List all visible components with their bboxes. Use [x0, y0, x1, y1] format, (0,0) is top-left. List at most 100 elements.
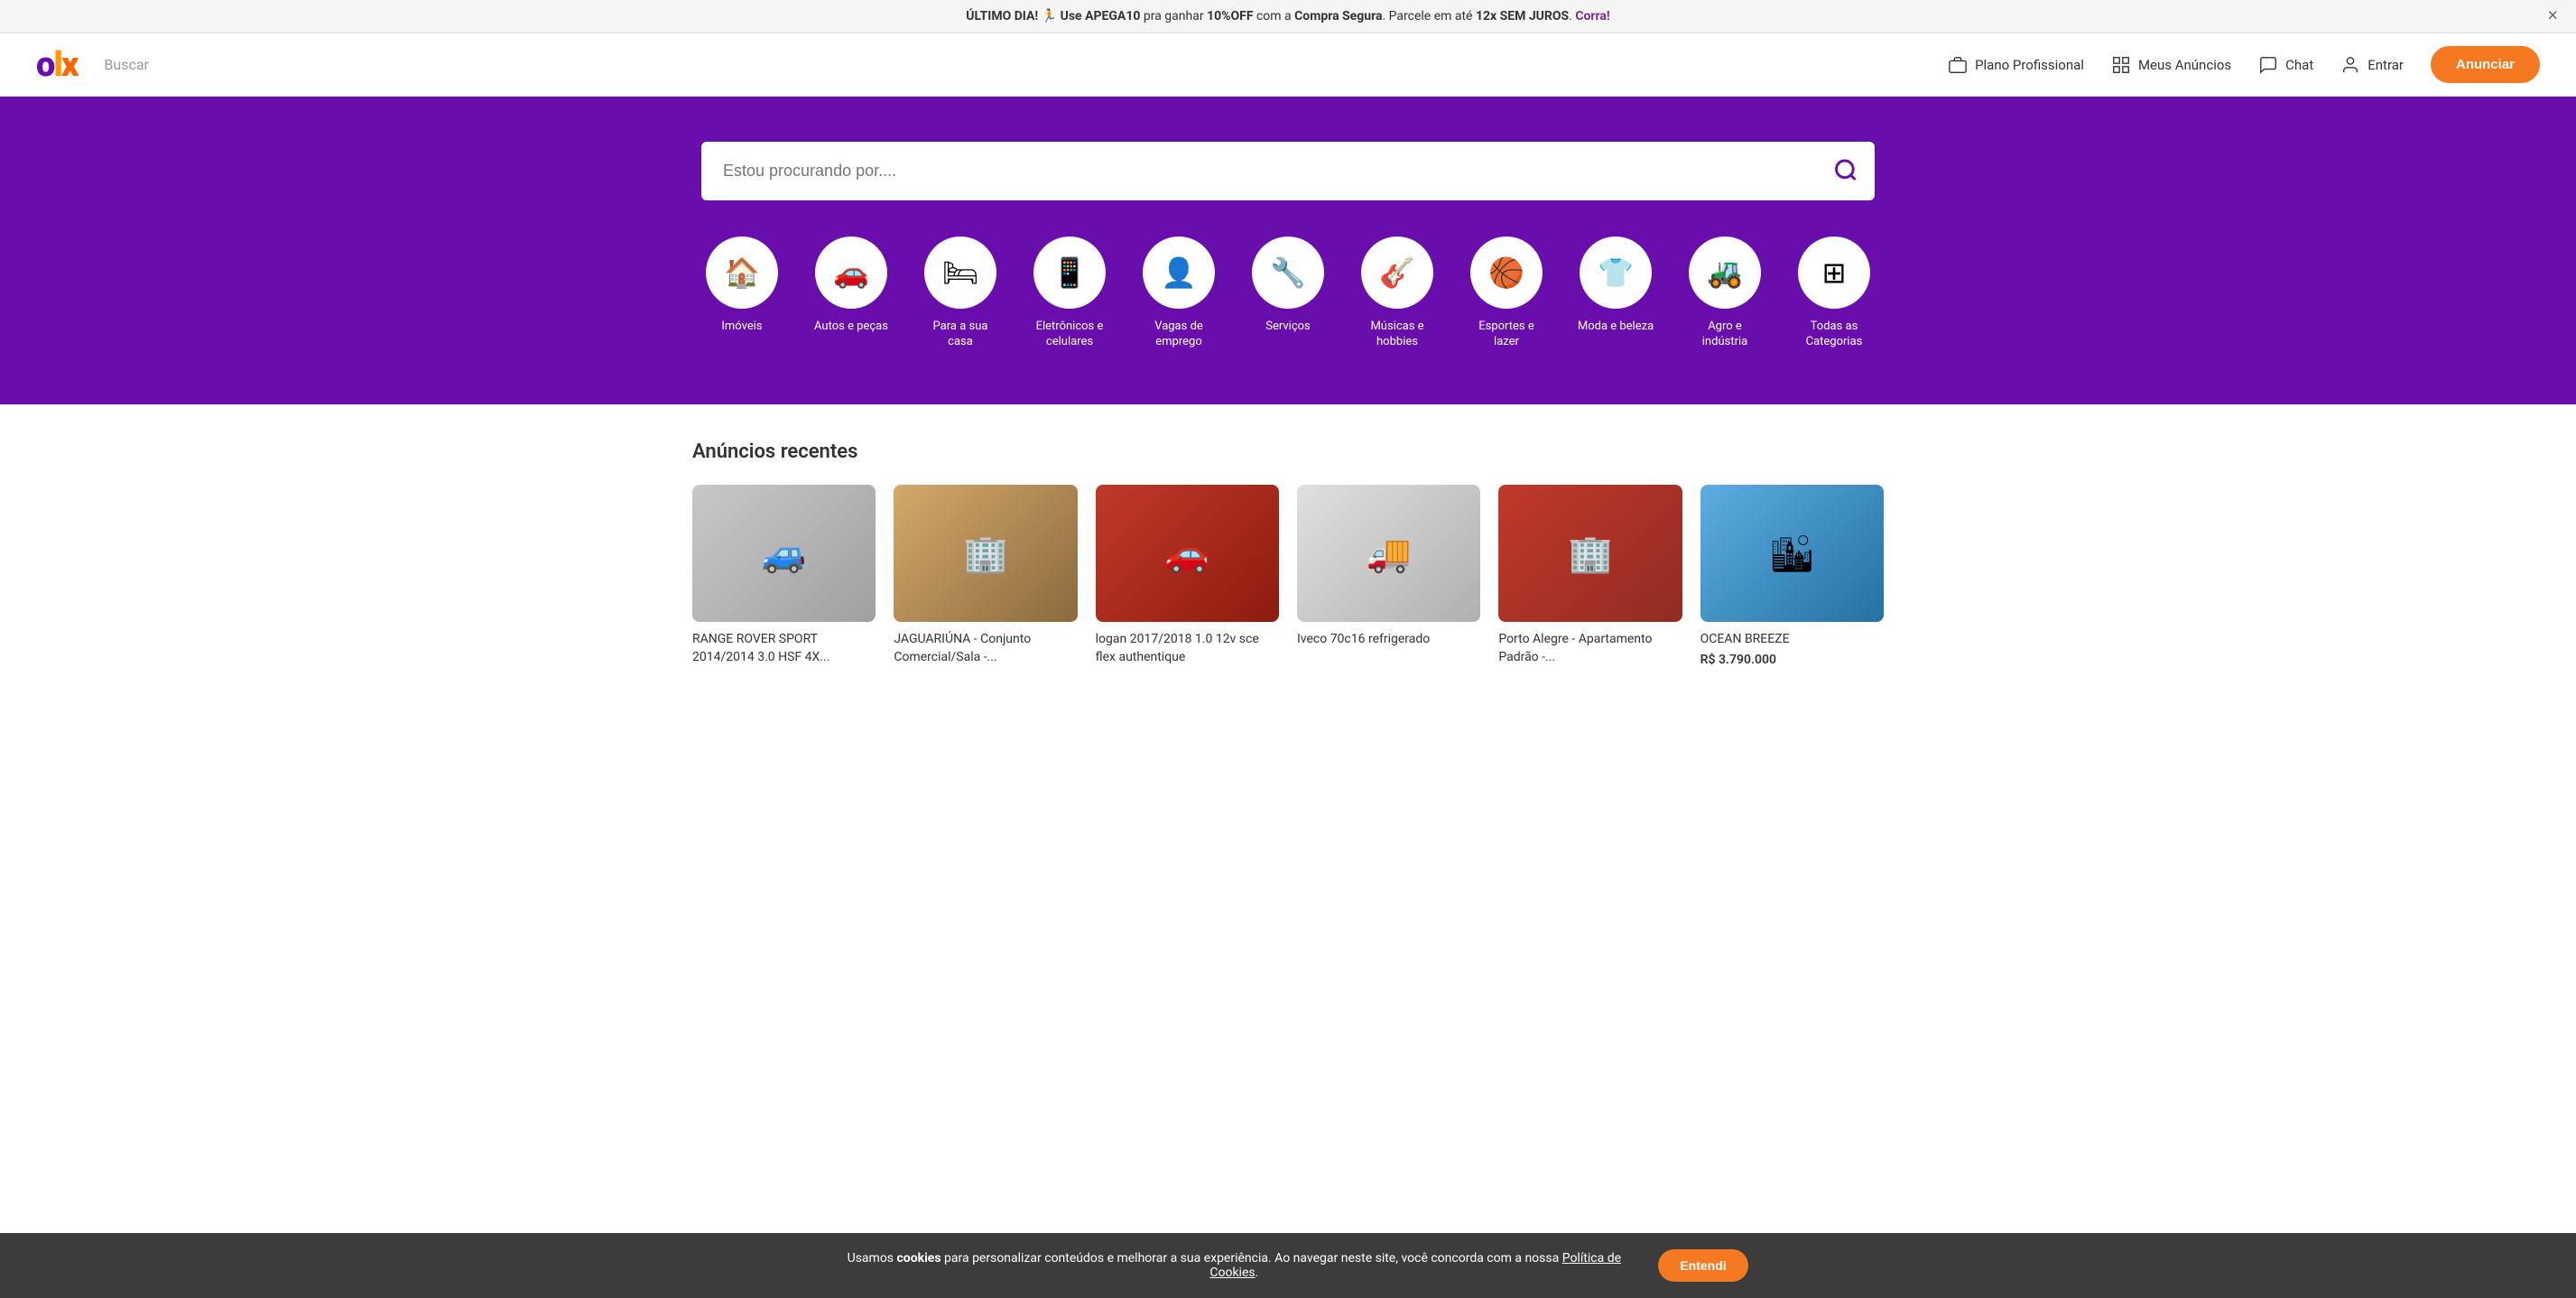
banner-close-button[interactable]: ×	[2547, 6, 2558, 27]
logo-o: o	[36, 45, 53, 85]
cookie-text: Usamos cookies para personalizar conteúd…	[828, 1251, 1640, 1280]
category-label-imoveis: Imóveis	[721, 320, 762, 335]
category-label-esportes: Esportes e lazer	[1466, 320, 1547, 350]
category-eletronicos[interactable]: 📱 Eletrônicos e celulares	[1029, 236, 1110, 350]
search-label: Buscar	[104, 56, 149, 73]
category-circle-servicos: 🔧	[1252, 236, 1324, 309]
listing-title: Iveco 70c16 refrigerado	[1297, 631, 1480, 649]
cookie-bar: Usamos cookies para personalizar conteúd…	[0, 1233, 2576, 1298]
category-autos[interactable]: 🚗 Autos e peças	[811, 236, 892, 335]
category-icon-vagas: 👤	[1161, 255, 1197, 290]
logo[interactable]: olx	[36, 45, 77, 85]
category-icon-servicos: 🔧	[1270, 255, 1306, 290]
listing-img-placeholder: 🚙	[692, 485, 876, 622]
category-imoveis[interactable]: 🏠 Imóveis	[701, 236, 783, 335]
banner-cta-link[interactable]: Corra!	[1575, 9, 1609, 23]
listing-image: 🏢	[894, 485, 1077, 622]
listing-card[interactable]: 🏙 OCEAN BREEZE R$ 3.790.000	[1700, 485, 1884, 667]
recent-title: Anúncios recentes	[692, 440, 1884, 463]
grid-icon	[2111, 55, 2131, 75]
category-icon-autos: 🚗	[833, 255, 869, 290]
category-label-todas: Todas as Categorias	[1793, 320, 1875, 350]
category-icon-casa: 🛏	[942, 255, 979, 290]
category-casa[interactable]: 🛏 Para a sua casa	[920, 236, 1001, 350]
category-icon-imoveis: 🏠	[724, 255, 760, 290]
category-agro[interactable]: 🚜 Agro e indústria	[1684, 236, 1765, 350]
cookie-accept-button[interactable]: Entendi	[1658, 1249, 1747, 1282]
listing-title: JAGUARIÚNA - Conjunto Comercial/Sala -..…	[894, 631, 1077, 666]
nav-anuncios[interactable]: Meus Anúncios	[2111, 55, 2231, 75]
listing-img-placeholder: 🏢	[894, 485, 1077, 622]
category-circle-esportes: 🏀	[1470, 236, 1543, 309]
category-label-agro: Agro e indústria	[1684, 320, 1765, 350]
header-search[interactable]: Buscar	[104, 56, 1948, 73]
category-icon-moda: 👕	[1598, 255, 1634, 290]
header: olx Buscar Plano Profissional Meus Anúnc…	[0, 33, 2576, 97]
logo-l: l	[53, 45, 60, 85]
listing-title: logan 2017/2018 1.0 12v sce flex authent…	[1096, 631, 1279, 666]
category-circle-casa: 🛏	[924, 236, 996, 309]
listing-title: OCEAN BREEZE	[1700, 631, 1884, 649]
listing-title: Porto Alegre - Apartamento Padrão -...	[1498, 631, 1682, 666]
category-esportes[interactable]: 🏀 Esportes e lazer	[1466, 236, 1547, 350]
listings-grid: 🚙 RANGE ROVER SPORT 2014/2014 3.0 HSF 4X…	[692, 485, 1884, 667]
listing-image: 🏙	[1700, 485, 1884, 622]
category-icon-todas: ⊞	[1822, 255, 1847, 290]
nav-chat[interactable]: Chat	[2258, 55, 2313, 75]
category-label-musicas: Músicas e hobbies	[1357, 320, 1438, 350]
listing-card[interactable]: 🚗 logan 2017/2018 1.0 12v sce flex authe…	[1096, 485, 1279, 667]
category-label-autos: Autos e peças	[814, 320, 888, 335]
category-icon-agro: 🚜	[1707, 255, 1743, 290]
category-label-vagas: Vagas de emprego	[1138, 320, 1219, 350]
categories-row: 🏠 Imóveis 🚗 Autos e peças 🛏 Para a sua c…	[701, 236, 1875, 350]
listing-title: RANGE ROVER SPORT 2014/2014 3.0 HSF 4X..…	[692, 631, 876, 666]
main-search-input[interactable]	[701, 142, 1875, 200]
category-circle-eletronicos: 📱	[1033, 236, 1106, 309]
listing-img-placeholder: 🚗	[1096, 485, 1279, 622]
category-circle-todas: ⊞	[1798, 236, 1870, 309]
listing-img-placeholder: 🏙	[1700, 485, 1884, 622]
category-circle-moda: 👕	[1580, 236, 1652, 309]
category-circle-autos: 🚗	[815, 236, 887, 309]
promo-code: APEGA10	[1085, 9, 1140, 23]
category-musicas[interactable]: 🎸 Músicas e hobbies	[1357, 236, 1438, 350]
listing-card[interactable]: 🏢 Porto Alegre - Apartamento Padrão -...	[1498, 485, 1682, 667]
briefcase-icon	[1948, 55, 1968, 75]
logo-x: x	[61, 45, 78, 85]
category-circle-vagas: 👤	[1143, 236, 1215, 309]
category-moda[interactable]: 👕 Moda e beleza	[1575, 236, 1656, 335]
listing-card[interactable]: 🚚 Iveco 70c16 refrigerado	[1297, 485, 1480, 667]
category-todas[interactable]: ⊞ Todas as Categorias	[1793, 236, 1875, 350]
listing-image: 🚙	[692, 485, 876, 622]
search-submit-button[interactable]	[1833, 157, 1858, 185]
entrar-label: Entrar	[2368, 57, 2404, 73]
chat-label: Chat	[2285, 57, 2313, 73]
category-circle-musicas: 🎸	[1361, 236, 1433, 309]
banner-text: ÚLTIMO DIA! 🏃 Use APEGA10 pra ganhar 10%…	[966, 9, 1609, 23]
search-icon	[1833, 157, 1858, 182]
nav-plano[interactable]: Plano Profissional	[1948, 55, 2084, 75]
category-vagas[interactable]: 👤 Vagas de emprego	[1138, 236, 1219, 350]
user-icon	[2340, 55, 2360, 75]
category-icon-eletronicos: 📱	[1052, 255, 1088, 290]
anunciar-button[interactable]: Anunciar	[2431, 46, 2540, 83]
plano-label: Plano Profissional	[1975, 57, 2084, 73]
anuncios-label: Meus Anúncios	[2138, 57, 2231, 73]
category-label-eletronicos: Eletrônicos e celulares	[1029, 320, 1110, 350]
category-servicos[interactable]: 🔧 Serviços	[1247, 236, 1329, 335]
recent-section: Anúncios recentes 🚙 RANGE ROVER SPORT 20…	[656, 404, 1920, 685]
top-banner: ÚLTIMO DIA! 🏃 Use APEGA10 pra ganhar 10%…	[0, 0, 2576, 33]
category-icon-esportes: 🏀	[1488, 255, 1524, 290]
category-icon-musicas: 🎸	[1379, 255, 1415, 290]
listing-image: 🚗	[1096, 485, 1279, 622]
listing-image: 🚚	[1297, 485, 1480, 623]
category-circle-agro: 🚜	[1689, 236, 1761, 309]
category-circle-imoveis: 🏠	[706, 236, 778, 309]
listing-img-placeholder: 🏢	[1498, 485, 1682, 622]
listing-card[interactable]: 🏢 JAGUARIÚNA - Conjunto Comercial/Sala -…	[894, 485, 1077, 667]
listing-card[interactable]: 🚙 RANGE ROVER SPORT 2014/2014 3.0 HSF 4X…	[692, 485, 876, 667]
nav-entrar[interactable]: Entrar	[2340, 55, 2404, 75]
header-nav: Plano Profissional Meus Anúncios Chat En…	[1948, 46, 2540, 83]
listing-price: R$ 3.790.000	[1700, 653, 1884, 667]
chat-icon	[2258, 55, 2278, 75]
